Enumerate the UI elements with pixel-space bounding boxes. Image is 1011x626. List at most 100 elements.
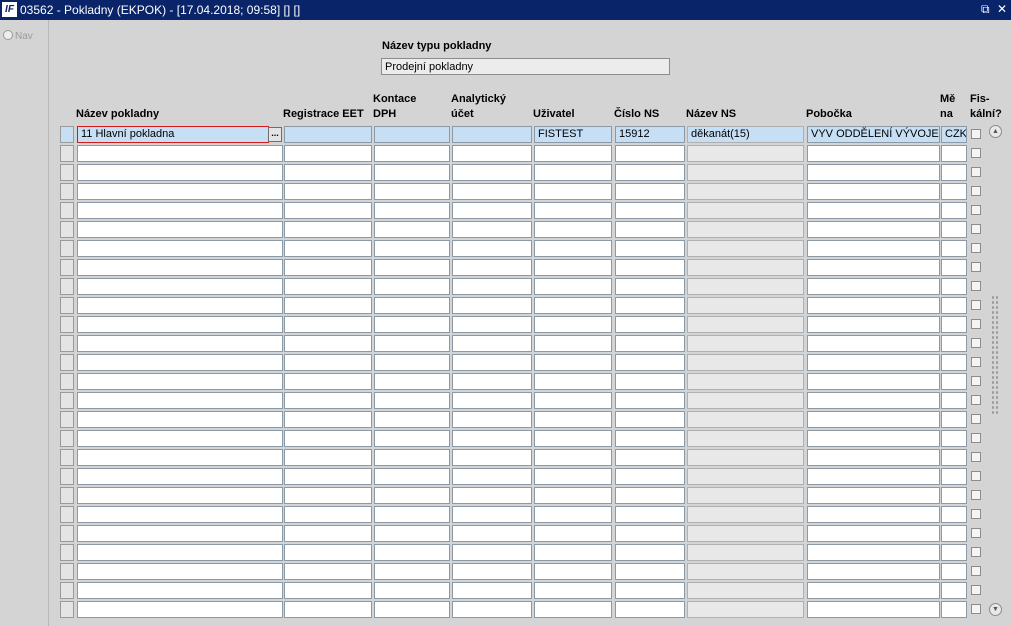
cell-analyticky-ucet[interactable] [452,582,532,599]
nav-radio[interactable]: Nav [3,30,33,42]
cell-nazev-pokladny[interactable] [77,563,283,580]
cell-mena[interactable] [941,563,967,580]
fiskalni-checkbox[interactable] [971,585,981,595]
cell-mena[interactable] [941,335,967,352]
cell-mena[interactable] [941,582,967,599]
cell-pobocka[interactable] [807,354,940,371]
fiskalni-checkbox[interactable] [971,319,981,329]
cell-nazev-pokladny[interactable] [77,373,283,390]
cell-cislo-ns[interactable] [615,392,685,409]
fiskalni-checkbox[interactable] [971,433,981,443]
cell-cislo-ns[interactable] [615,373,685,390]
cell-cislo-ns[interactable] [615,487,685,504]
cell-mena[interactable] [941,145,967,162]
row-selector[interactable] [60,354,74,371]
cell-pobocka[interactable] [807,221,940,238]
fiskalni-checkbox[interactable] [971,604,981,614]
cell-registrace-eet[interactable] [284,601,372,618]
cell-registrace-eet[interactable] [284,335,372,352]
cell-analyticky-ucet[interactable] [452,202,532,219]
fiskalni-checkbox[interactable] [971,300,981,310]
cell-uzivatel[interactable] [534,373,612,390]
cell-cislo-ns[interactable] [615,145,685,162]
cell-uzivatel[interactable] [534,316,612,333]
row-selector[interactable] [60,449,74,466]
fiskalni-checkbox[interactable] [971,148,981,158]
cell-registrace-eet[interactable] [284,259,372,276]
fiskalni-checkbox[interactable] [971,509,981,519]
cell-mena[interactable] [941,487,967,504]
cell-analyticky-ucet[interactable] [452,164,532,181]
cell-pobocka[interactable] [807,582,940,599]
cell-mena[interactable] [941,449,967,466]
cell-cislo-ns[interactable] [615,430,685,447]
cell-kontace-dph[interactable] [374,449,450,466]
cell-pobocka[interactable] [807,259,940,276]
cell-cislo-ns[interactable] [615,278,685,295]
cell-pobocka[interactable] [807,297,940,314]
cell-nazev-pokladny[interactable] [77,297,283,314]
cell-pobocka[interactable] [807,506,940,523]
cell-uzivatel[interactable] [534,202,612,219]
cell-registrace-eet[interactable] [284,582,372,599]
cell-pobocka[interactable] [807,240,940,257]
cell-mena[interactable] [941,259,967,276]
cell-uzivatel[interactable] [534,164,612,181]
cell-mena[interactable] [941,240,967,257]
cell-uzivatel[interactable] [534,468,612,485]
row-selector[interactable] [60,316,74,333]
cell-analyticky-ucet[interactable] [452,297,532,314]
row-selector[interactable] [60,582,74,599]
cell-mena[interactable] [941,411,967,428]
fiskalni-checkbox[interactable] [971,167,981,177]
cell-analyticky-ucet[interactable] [452,221,532,238]
cell-uzivatel[interactable] [534,430,612,447]
cell-pobocka[interactable] [807,601,940,618]
cell-analyticky-ucet[interactable] [452,430,532,447]
cell-pobocka[interactable] [807,145,940,162]
cell-uzivatel[interactable] [534,506,612,523]
cell-pobocka[interactable] [807,373,940,390]
cell-nazev-pokladny[interactable] [77,335,283,352]
row-selector[interactable] [60,297,74,314]
cell-mena[interactable] [941,373,967,390]
cell-uzivatel[interactable] [534,259,612,276]
lov-button[interactable]: ... [268,127,282,142]
cell-mena[interactable] [941,221,967,238]
cell-kontace-dph[interactable] [374,487,450,504]
cell-analyticky-ucet[interactable] [452,373,532,390]
cell-kontace-dph[interactable] [374,259,450,276]
row-selector[interactable] [60,259,74,276]
cell-uzivatel[interactable] [534,278,612,295]
cell-pobocka[interactable] [807,563,940,580]
cell-cislo-ns[interactable] [615,544,685,561]
cell-registrace-eet[interactable] [284,145,372,162]
row-selector[interactable] [60,487,74,504]
cell-uzivatel[interactable] [534,525,612,542]
scroll-down-icon[interactable]: ▼ [989,603,1002,616]
cell-cislo-ns[interactable] [615,468,685,485]
cell-analyticky-ucet[interactable] [452,183,532,200]
cell-cislo-ns[interactable] [615,563,685,580]
cell-registrace-eet[interactable] [284,392,372,409]
cell-analyticky-ucet[interactable] [452,278,532,295]
cell-cislo-ns[interactable] [615,221,685,238]
cell-uzivatel[interactable] [534,335,612,352]
fiskalni-checkbox[interactable] [971,566,981,576]
cell-nazev-pokladny[interactable] [77,240,283,257]
cell-analyticky-ucet[interactable] [452,601,532,618]
cell-kontace-dph[interactable] [374,126,450,143]
cell-registrace-eet[interactable] [284,183,372,200]
cell-mena[interactable] [941,525,967,542]
cell-uzivatel[interactable] [534,183,612,200]
cell-cislo-ns[interactable] [615,335,685,352]
fiskalni-checkbox[interactable] [971,547,981,557]
cell-kontace-dph[interactable] [374,582,450,599]
cell-pobocka[interactable] [807,278,940,295]
cell-nazev-pokladny[interactable] [77,506,283,523]
cell-cislo-ns[interactable] [615,297,685,314]
scroll-grip[interactable] [991,295,1000,415]
cell-kontace-dph[interactable] [374,525,450,542]
cell-kontace-dph[interactable] [374,183,450,200]
cell-mena[interactable] [941,297,967,314]
